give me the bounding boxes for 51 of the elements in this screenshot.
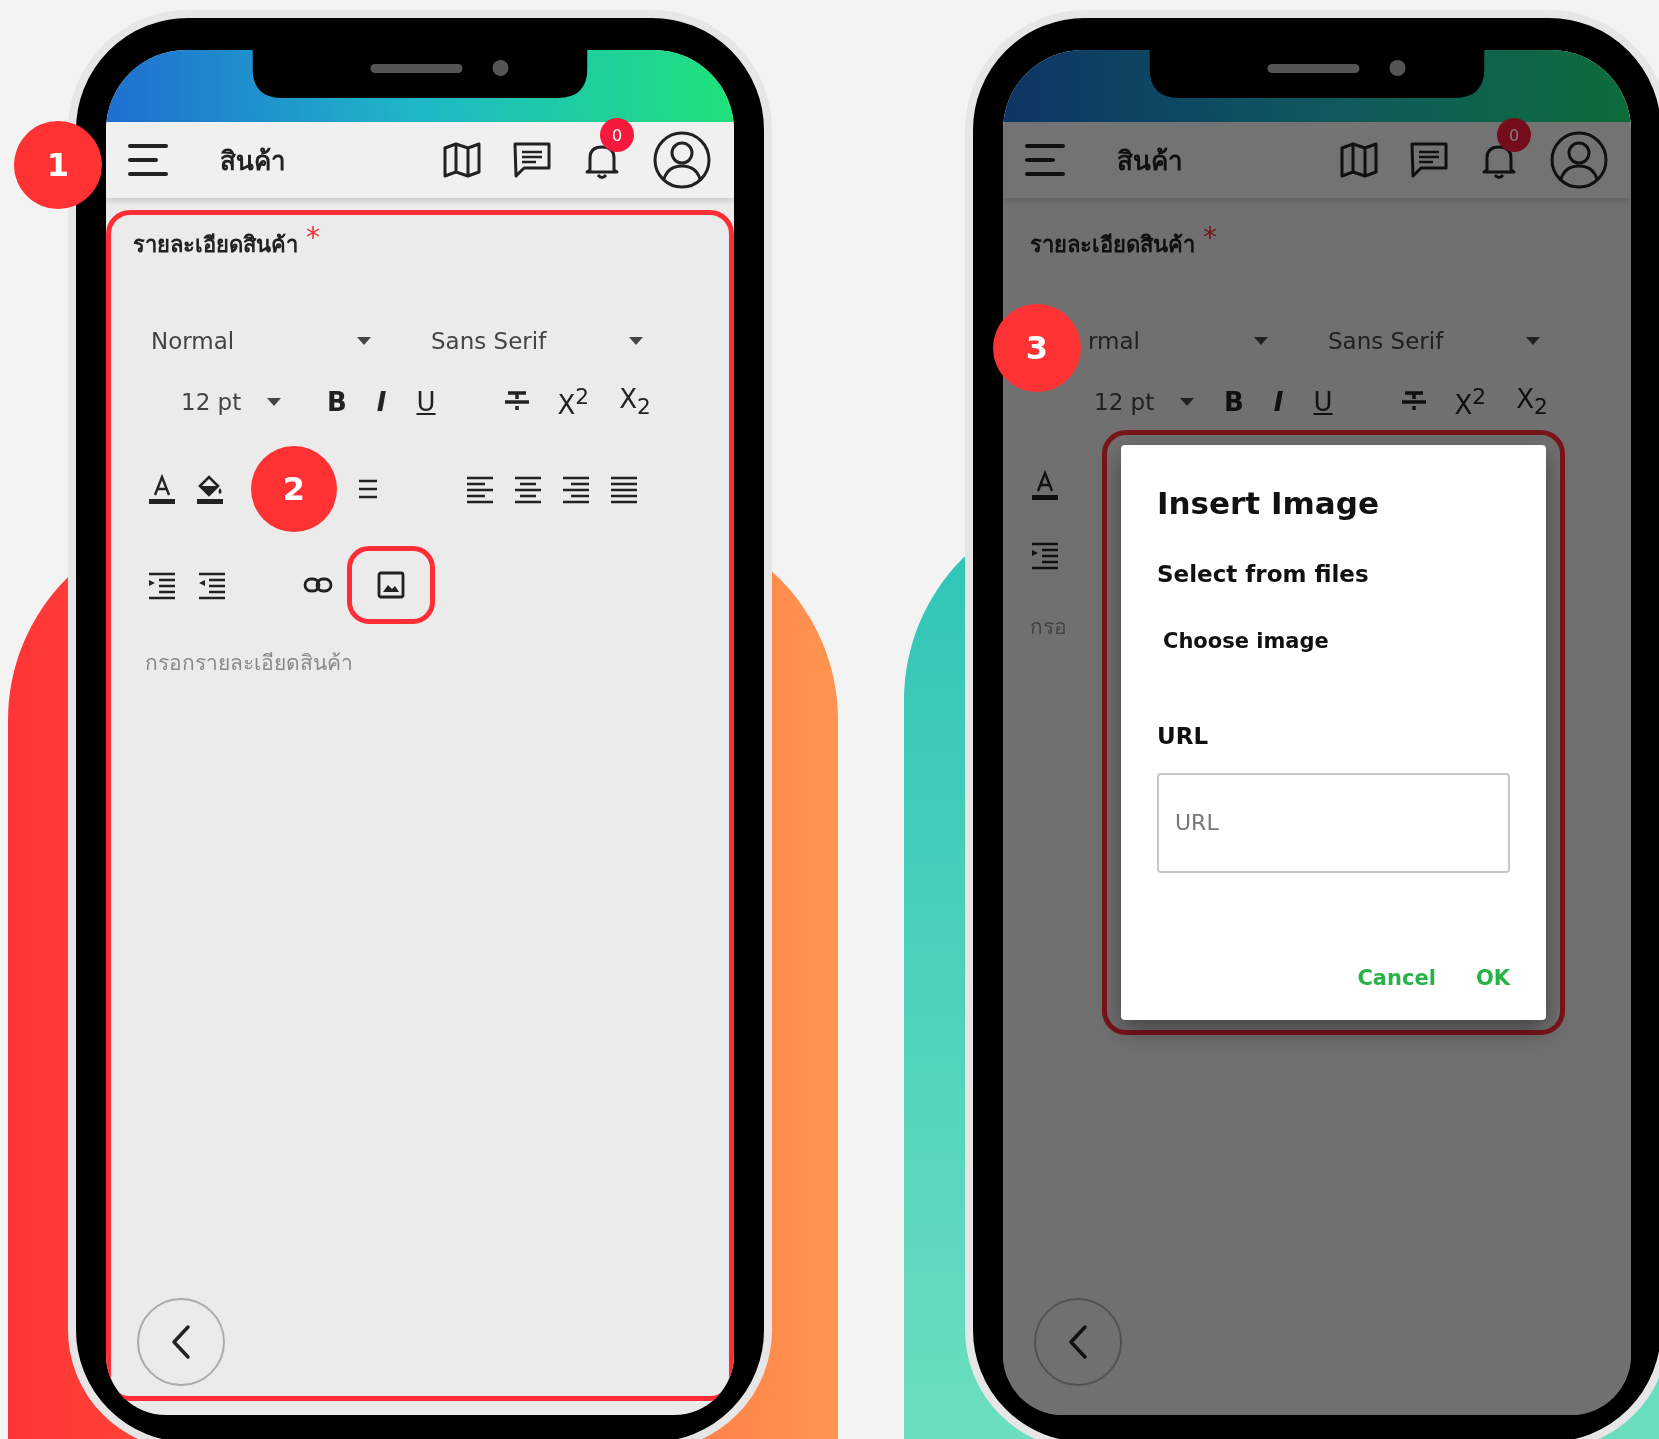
step-badge: 1: [14, 121, 102, 209]
size-dropdown[interactable]: 12 pt: [1094, 388, 1194, 415]
map-icon[interactable]: [442, 140, 482, 180]
bold-button[interactable]: B: [1220, 386, 1248, 417]
caret-icon: [357, 337, 371, 345]
page-title: สินค้า: [1117, 144, 1183, 178]
caret-icon: [1526, 337, 1540, 345]
dialog-action-button[interactable]: OK: [1475, 965, 1510, 990]
text-color-icon[interactable]: [147, 473, 177, 504]
caret-icon: [1254, 337, 1268, 345]
url-input-field[interactable]: URL: [1157, 772, 1510, 873]
superscript-button[interactable]: X$^{2}$: [553, 384, 594, 420]
choose-image-button[interactable]: Choose image: [1157, 628, 1335, 653]
description-input[interactable]: กรอกรายละเอียดสินค้า: [133, 645, 707, 679]
chevron-left-icon: [1068, 1324, 1088, 1360]
italic-button[interactable]: I: [372, 386, 391, 417]
required-mark: *: [306, 227, 320, 249]
dialog-action-button[interactable]: Cancel: [1357, 965, 1436, 990]
section-heading: Select from files: [1157, 560, 1370, 587]
user-avatar-icon[interactable]: [652, 130, 712, 190]
menu-icon[interactable]: [128, 143, 168, 177]
paint-bucket-icon[interactable]: [195, 473, 225, 504]
bold-button[interactable]: B: [323, 386, 351, 417]
italic-button[interactable]: I: [1269, 386, 1288, 417]
font-dropdown[interactable]: Sans Serif: [431, 328, 643, 354]
caret-icon: [629, 337, 643, 345]
caret-icon: [267, 397, 281, 406]
chat-icon[interactable]: [512, 140, 552, 180]
subscript-button[interactable]: X$_{2}$: [1512, 384, 1552, 420]
url-label: URL: [1157, 722, 1210, 749]
notification-count: 0: [600, 118, 634, 152]
notification-count: 0: [1497, 118, 1531, 152]
step-badge: 2: [251, 445, 337, 532]
font-dropdown[interactable]: Sans Serif: [1328, 328, 1540, 354]
size-dropdown[interactable]: 12 pt: [181, 388, 281, 415]
insert-image-button[interactable]: [347, 545, 435, 624]
underline-button[interactable]: U: [412, 386, 440, 417]
style-dropdown[interactable]: rmal: [1088, 328, 1268, 354]
field-label: รายละเอียดสินค้า: [133, 231, 298, 259]
field-label: รายละเอียดสินค้า: [1030, 231, 1195, 259]
subscript-button[interactable]: X$_{2}$: [615, 384, 655, 420]
text-color-icon[interactable]: [1030, 469, 1060, 500]
superscript-button[interactable]: X$^{2}$: [1450, 384, 1491, 420]
image-icon: [376, 569, 406, 600]
dialog-title: Insert Image: [1157, 484, 1380, 521]
style-dropdown[interactable]: Normal: [151, 328, 371, 354]
caret-icon: [1180, 397, 1194, 406]
page-title: สินค้า: [220, 144, 286, 178]
underline-button[interactable]: U: [1309, 386, 1337, 417]
chevron-left-icon: [171, 1324, 191, 1360]
required-mark: *: [1203, 227, 1217, 249]
